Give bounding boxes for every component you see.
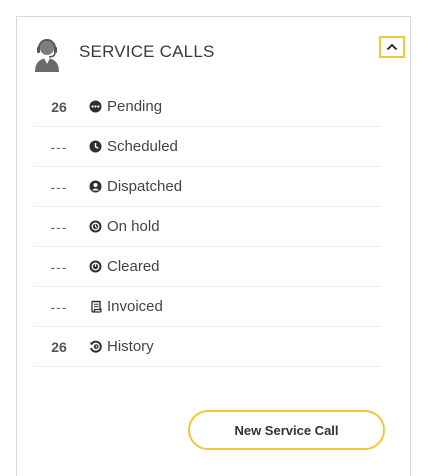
status-label: Scheduled [107, 138, 178, 155]
chevron-up-icon [386, 43, 398, 51]
history-icon [89, 340, 102, 353]
service-calls-panel: SERVICE CALLS 26 Pending --- Scheduled -… [16, 16, 411, 476]
status-label: Invoiced [107, 298, 163, 315]
collapse-button[interactable] [379, 36, 405, 58]
panel-title: SERVICE CALLS [79, 42, 215, 61]
status-row-scheduled[interactable]: --- Scheduled [33, 127, 381, 167]
scroll-icon [91, 300, 102, 313]
clock-icon [89, 140, 102, 153]
check-clock-icon [89, 260, 102, 273]
status-count: 26 [51, 98, 67, 115]
agent-headset-icon [35, 39, 59, 72]
panel-header: SERVICE CALLS [17, 17, 410, 81]
status-count: --- [50, 298, 68, 315]
status-label: Dispatched [107, 178, 183, 195]
status-label: History [107, 338, 154, 355]
status-count: 26 [51, 338, 67, 355]
ellipsis-circle-icon [89, 100, 102, 113]
status-row-history[interactable]: 26 History [33, 327, 381, 367]
status-count: --- [50, 178, 68, 195]
status-row-pending[interactable]: 26 Pending [33, 87, 381, 127]
status-row-cleared[interactable]: --- Cleared [33, 247, 381, 287]
person-circle-icon [89, 180, 102, 193]
status-count: --- [50, 258, 68, 275]
status-row-dispatched[interactable]: --- Dispatched [33, 167, 381, 207]
new-service-call-button[interactable]: New Service Call [188, 410, 385, 450]
status-count: --- [50, 138, 68, 155]
status-label: Pending [107, 98, 163, 115]
status-row-invoiced[interactable]: --- Invoiced [33, 287, 381, 327]
pause-clock-icon [89, 220, 102, 233]
status-list: 26 Pending --- Scheduled --- Dispatched [33, 87, 381, 367]
status-label: On hold [107, 218, 160, 235]
status-label: Cleared [107, 258, 160, 275]
status-row-on-hold[interactable]: --- On hold [33, 207, 381, 247]
status-count: --- [50, 218, 68, 235]
